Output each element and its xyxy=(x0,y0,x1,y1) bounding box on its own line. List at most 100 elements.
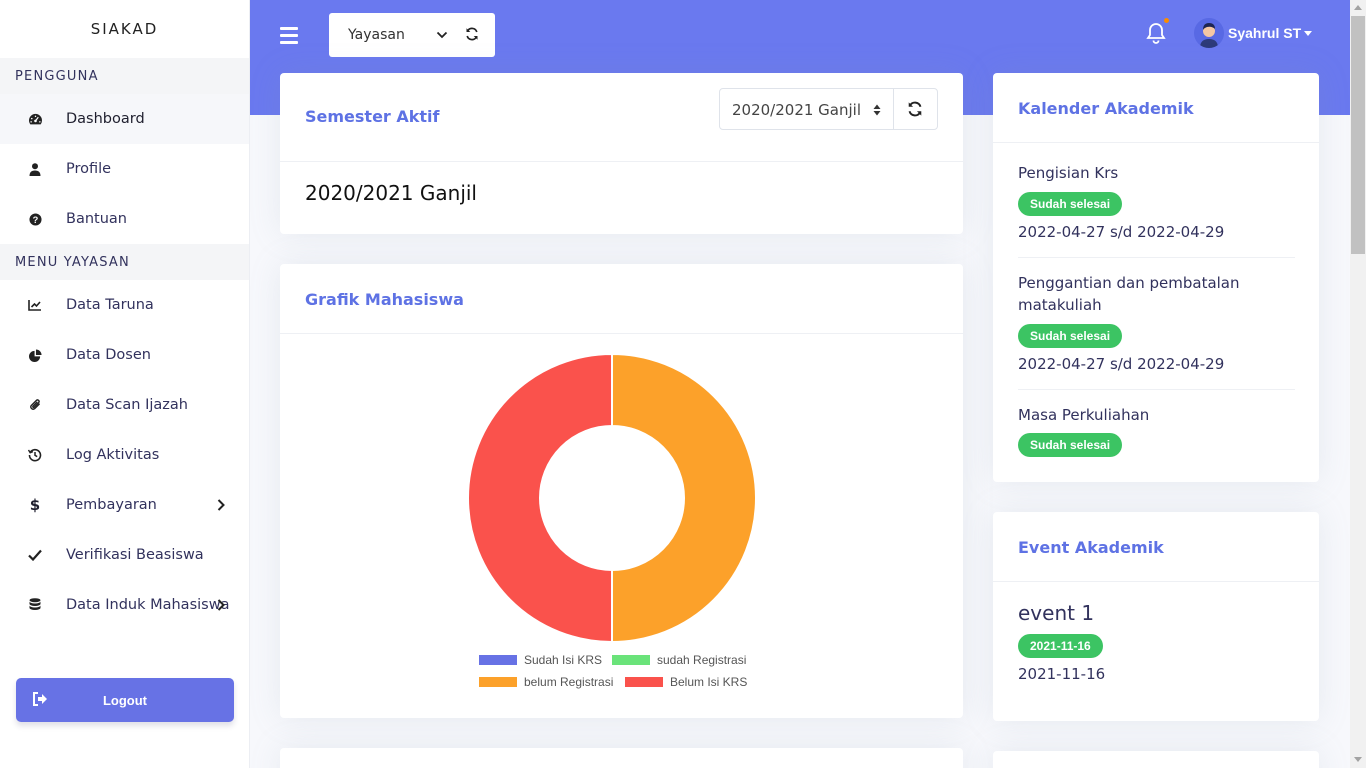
logout-button[interactable]: Logout xyxy=(16,678,234,722)
avatar[interactable] xyxy=(1194,18,1224,48)
sidebar-item-label: Verifikasi Beasiswa xyxy=(66,547,204,563)
sidebar-item-label: Log Aktivitas xyxy=(66,447,160,463)
kalender-card: Kalender Akademik Pengisian Krs Sudah se… xyxy=(993,73,1319,482)
pie-chart-icon xyxy=(26,346,44,364)
history-icon xyxy=(26,446,44,464)
user-name[interactable]: Syahrul ST xyxy=(1228,25,1301,41)
divider xyxy=(993,142,1319,143)
donut-slice-2[interactable] xyxy=(611,352,757,644)
role-select-value: Yayasan xyxy=(348,27,405,43)
question-icon: ? xyxy=(26,210,44,228)
kalender-item-date: 2022-04-27 s/d 2022-04-29 xyxy=(1018,355,1225,373)
scrollbar[interactable] xyxy=(1350,0,1366,768)
brand-logo[interactable]: SIAKAD xyxy=(0,0,249,58)
notification-bell-icon[interactable] xyxy=(1146,22,1166,44)
dashboard-icon xyxy=(26,110,44,128)
donut-chart xyxy=(467,352,757,644)
sidebar-item-label: Profile xyxy=(66,161,112,177)
kalender-item-title: Masa Perkuliahan xyxy=(1018,406,1150,424)
divider xyxy=(280,333,963,334)
donut-slice-3[interactable] xyxy=(467,352,613,644)
event-card: Event Akademik event 1 2021-11-16 2021-1… xyxy=(993,512,1319,721)
sidebar-item-bantuan[interactable]: ? Bantuan xyxy=(0,194,249,244)
semester-card: Semester Aktif 2020/2021 Ganjil 2020/202… xyxy=(280,73,963,234)
sidebar-item-label: Data Induk Mahasiswa xyxy=(66,597,230,613)
card-title: Semester Aktif xyxy=(305,107,440,126)
sidebar: SIAKAD PENGGUNA Dashboard Profile ? Bant… xyxy=(0,0,250,768)
status-badge: Sudah selesai xyxy=(1018,324,1123,348)
dollar-icon: $ xyxy=(29,496,41,514)
divider xyxy=(1018,389,1295,390)
semester-select[interactable]: 2020/2021 Ganjil xyxy=(719,88,938,130)
legend-item[interactable]: sudah Registrasi xyxy=(612,653,746,667)
sidebar-item-data-taruna[interactable]: Data Taruna xyxy=(0,280,249,330)
legend-item[interactable]: Sudah Isi KRS xyxy=(479,653,602,667)
legend-label: Sudah Isi KRS xyxy=(524,653,603,667)
notification-dot xyxy=(1164,18,1169,23)
sidebar-item-label: Data Scan Ijazah xyxy=(66,397,188,413)
logout-label: Logout xyxy=(102,692,148,708)
legend-item[interactable]: belum Registrasi xyxy=(479,675,613,689)
card-title: Grafik Mahasiswa xyxy=(305,290,464,309)
card-title: Event Akademik xyxy=(1018,538,1164,557)
kalender-item-title: Pengisian Krs xyxy=(1018,164,1119,182)
refresh-icon[interactable] xyxy=(907,101,923,117)
legend-label: Belum Isi KRS xyxy=(670,675,748,689)
kalender-item-title-cont: matakuliah xyxy=(1018,296,1102,314)
sidebar-item-profile[interactable]: Profile xyxy=(0,144,249,194)
sidebar-item-label: Bantuan xyxy=(66,211,127,227)
chevron-down-icon xyxy=(436,31,448,39)
divider xyxy=(280,161,963,162)
svg-text:?: ? xyxy=(32,214,38,224)
check-icon xyxy=(26,546,44,564)
sidebar-item-verifikasi-beasiswa[interactable]: Verifikasi Beasiswa xyxy=(0,530,249,580)
divider xyxy=(1018,257,1295,258)
section-heading-menu-yayasan: MENU YAYASAN xyxy=(0,244,249,280)
scrollbar-thumb[interactable] xyxy=(1351,16,1365,254)
sidebar-item-data-scan-ijazah[interactable]: Data Scan Ijazah xyxy=(0,380,249,430)
select-arrows-icon xyxy=(873,104,881,116)
sidebar-item-data-dosen[interactable]: Data Dosen xyxy=(0,330,249,380)
menu-toggle-icon[interactable] xyxy=(280,27,298,44)
event-date: 2021-11-16 xyxy=(1018,665,1106,683)
next-card xyxy=(280,748,963,768)
chart-card: Grafik Mahasiswa Sudah Isi KRS sudah Regi… xyxy=(280,264,963,718)
sidebar-item-label: Pembayaran xyxy=(66,497,157,513)
sidebar-item-dashboard[interactable]: Dashboard xyxy=(0,94,249,144)
status-badge: Sudah selesai xyxy=(1018,433,1123,457)
next-card xyxy=(993,751,1319,768)
sidebar-item-label: Dashboard xyxy=(66,111,145,127)
sidebar-item-label: Data Dosen xyxy=(66,347,151,363)
chevron-right-icon xyxy=(217,499,225,511)
section-heading-pengguna: PENGGUNA xyxy=(0,58,249,94)
scroll-down-arrow[interactable] xyxy=(1354,757,1362,762)
role-selector[interactable]: Yayasan xyxy=(329,13,495,57)
sidebar-item-log-aktivitas[interactable]: Log Aktivitas xyxy=(0,430,249,480)
legend-item[interactable]: Belum Isi KRS xyxy=(625,675,747,689)
divider xyxy=(993,581,1319,582)
kalender-item-title: Penggantian dan pembatalan xyxy=(1018,274,1240,292)
sidebar-item-data-induk-mahasiswa[interactable]: Data Induk Mahasiswa xyxy=(0,580,249,630)
legend-label: belum Registrasi xyxy=(524,675,614,689)
refresh-icon[interactable] xyxy=(465,27,479,41)
sidebar-item-pembayaran[interactable]: $ Pembayaran xyxy=(0,480,249,530)
active-semester: 2020/2021 Ganjil xyxy=(305,181,477,205)
card-title: Kalender Akademik xyxy=(1018,99,1194,118)
legend-swatch xyxy=(479,655,517,665)
paperclip-icon xyxy=(26,396,44,414)
status-badge: Sudah selesai xyxy=(1018,192,1123,216)
divider xyxy=(893,89,894,129)
event-name: event 1 xyxy=(1018,601,1095,625)
event-date-badge: 2021-11-16 xyxy=(1018,634,1103,658)
user-caret-icon[interactable] xyxy=(1304,31,1312,36)
sidebar-item-label: Data Taruna xyxy=(66,297,154,313)
legend-swatch xyxy=(625,677,663,687)
kalender-item-date: 2022-04-27 s/d 2022-04-29 xyxy=(1018,223,1225,241)
chart-line-icon xyxy=(26,296,44,314)
legend-swatch xyxy=(479,677,517,687)
scroll-up-arrow[interactable] xyxy=(1354,5,1362,10)
legend-label: sudah Registrasi xyxy=(657,653,747,667)
legend-swatch xyxy=(612,655,650,665)
database-icon xyxy=(26,596,44,614)
user-icon xyxy=(26,160,44,178)
